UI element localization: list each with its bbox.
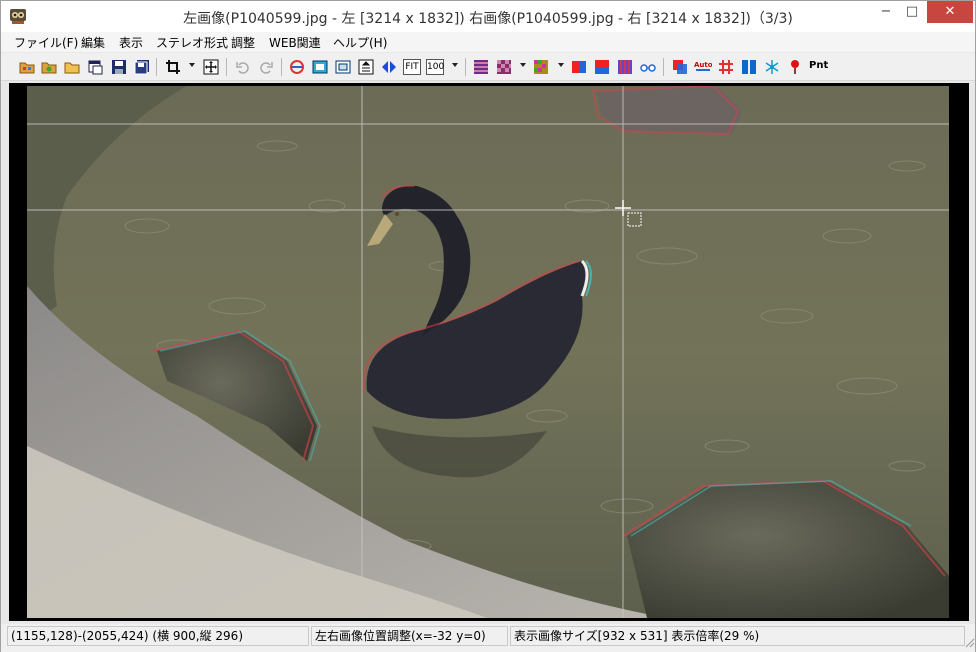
toolbar-separator — [663, 58, 664, 76]
anaglyph-icon[interactable] — [672, 59, 688, 75]
save-all-icon[interactable] — [134, 59, 150, 75]
menu-bar: ファイル(F) 編集 表示 ステレオ形式 調整 WEB関連 ヘルプ(H) — [1, 32, 975, 52]
zoom-dropdown-icon[interactable] — [452, 63, 458, 67]
snowflake-icon[interactable] — [764, 59, 780, 75]
open-folder-icon[interactable] — [64, 59, 80, 75]
anaglyph-photo[interactable] — [27, 86, 949, 618]
toolbar-separator — [281, 58, 282, 76]
split-view-icon[interactable] — [741, 59, 757, 75]
maximize-button[interactable]: □ — [897, 1, 927, 23]
move-icon[interactable] — [203, 59, 219, 75]
toolbar-separator — [226, 58, 227, 76]
fit-window-icon[interactable] — [312, 59, 328, 75]
menu-file[interactable]: ファイル(F) — [14, 34, 78, 51]
auto-adjust-icon[interactable]: Auto — [694, 59, 712, 75]
menu-web[interactable]: WEB関連 — [269, 34, 321, 51]
status-offset: 左右画像位置調整(x=-32 y=0) — [311, 626, 508, 646]
menu-help[interactable]: ヘルプ(H) — [333, 34, 387, 51]
crop-icon[interactable] — [165, 59, 181, 75]
crop-dropdown-icon[interactable] — [189, 63, 195, 67]
point-button[interactable]: Pnt — [809, 60, 828, 71]
frame-icon[interactable] — [335, 59, 351, 75]
glasses-icon[interactable] — [640, 59, 656, 75]
mosaic-icon[interactable] — [533, 59, 549, 75]
resize-grip-icon[interactable] — [963, 636, 975, 648]
image-canvas[interactable] — [9, 83, 969, 621]
open-pair-icon[interactable] — [41, 59, 57, 75]
status-display-size: 表示画像サイズ[932 x 531] 表示倍率(29 %) — [510, 626, 965, 646]
line-interlace-icon[interactable] — [473, 59, 489, 75]
menu-edit[interactable]: 編集 — [81, 34, 105, 51]
close-button[interactable]: ✕ — [927, 1, 973, 23]
column-interlace-icon[interactable] — [617, 59, 633, 75]
svg-text:Auto: Auto — [694, 61, 712, 69]
app-window: 左画像(P1040599.jpg - 左 [3214 x 1832]) 右画像(… — [0, 0, 976, 652]
undo-icon[interactable] — [235, 59, 251, 75]
toolbar-separator — [465, 58, 466, 76]
window-title: 左画像(P1040599.jpg - 左 [3214 x 1832]) 右画像(… — [183, 11, 793, 27]
zoom-100-button[interactable]: 100 — [426, 59, 444, 75]
grid-icon[interactable] — [718, 59, 734, 75]
side-by-side-icon[interactable] — [571, 59, 587, 75]
menu-stereo-format[interactable]: ステレオ形式 — [156, 34, 228, 51]
interlace-dropdown-icon[interactable] — [520, 63, 526, 67]
menu-view[interactable]: 表示 — [119, 34, 143, 51]
crosshair-cursor-icon — [615, 200, 642, 227]
window-icon[interactable] — [87, 59, 103, 75]
pin-icon[interactable] — [787, 59, 803, 75]
status-bar: (1155,128)-(2055,424) (横 900,縦 296) 左右画像… — [1, 624, 975, 652]
menu-adjust[interactable]: 調整 — [231, 34, 255, 51]
checker-interlace-icon[interactable] — [496, 59, 512, 75]
save-icon[interactable] — [111, 59, 127, 75]
fit-button[interactable]: FIT — [403, 59, 421, 75]
align-icon[interactable] — [358, 59, 374, 75]
toolbar: FIT 100 Auto Pnt — [1, 53, 975, 81]
mosaic-dropdown-icon[interactable] — [558, 63, 564, 67]
swap-lr-icon[interactable] — [289, 59, 305, 75]
open-stereo-icon[interactable] — [19, 59, 35, 75]
mirror-icon[interactable] — [381, 59, 397, 75]
over-under-icon[interactable] — [594, 59, 610, 75]
redo-icon[interactable] — [258, 59, 274, 75]
title-bar[interactable]: 左画像(P1040599.jpg - 左 [3214 x 1832]) 右画像(… — [1, 1, 975, 32]
toolbar-separator — [156, 58, 157, 76]
status-selection: (1155,128)-(2055,424) (横 900,縦 296) — [7, 626, 309, 646]
